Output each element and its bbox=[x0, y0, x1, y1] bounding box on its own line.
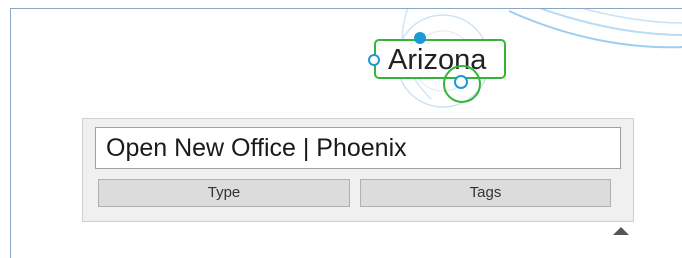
topic-node-arizona[interactable]: Arizona bbox=[374, 39, 506, 79]
topic-title-input[interactable]: Open New Office | Phoenix bbox=[95, 127, 621, 169]
topic-label: Arizona bbox=[388, 44, 487, 76]
link-line bbox=[582, 9, 682, 24]
topic-editor-panel: Open New Office | Phoenix Type Tags bbox=[82, 118, 634, 222]
type-button[interactable]: Type bbox=[98, 179, 350, 207]
collapse-arrow-icon[interactable] bbox=[613, 227, 629, 235]
link-line bbox=[508, 10, 682, 49]
tags-button[interactable]: Tags bbox=[360, 179, 611, 207]
